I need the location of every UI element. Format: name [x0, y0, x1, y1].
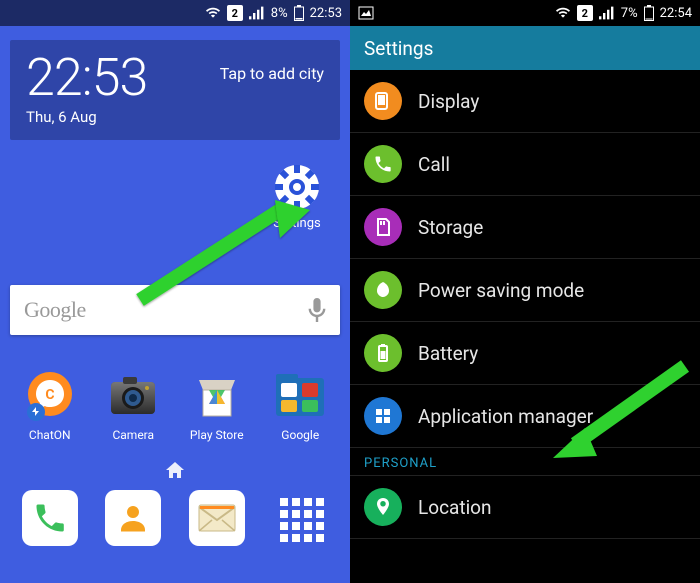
add-city-prompt[interactable]: Tap to add city — [220, 64, 324, 83]
battery-pct: 8% — [271, 6, 288, 21]
row-label: Battery — [418, 342, 478, 365]
app-playstore[interactable]: Play Store — [178, 368, 256, 442]
home-indicator-icon[interactable] — [166, 462, 184, 482]
settings-row-battery[interactable]: Battery — [350, 322, 700, 385]
mic-icon[interactable] — [308, 298, 326, 322]
gear-icon — [272, 162, 322, 212]
signal-icon — [249, 6, 265, 20]
camera-icon — [105, 368, 161, 424]
settings-row-app-manager[interactable]: Application manager — [350, 385, 700, 448]
dock-messaging[interactable] — [178, 490, 256, 550]
battery-icon — [364, 334, 402, 372]
location-icon — [364, 488, 402, 526]
google-search-bar[interactable]: Google — [10, 285, 340, 335]
status-bar: 2 7% 22:54 — [350, 0, 700, 26]
clock-time: 22:53 — [26, 52, 147, 104]
app-label: ChatON — [11, 428, 89, 442]
signal-icon — [599, 6, 615, 20]
sim-badge: 2 — [227, 5, 243, 21]
settings-app-shortcut[interactable]: Settings — [262, 162, 332, 231]
row-label: Location — [418, 496, 492, 519]
playstore-icon — [189, 368, 245, 424]
row-label: Application manager — [418, 405, 593, 428]
envelope-icon — [189, 490, 245, 546]
screenshot-notif-icon — [358, 6, 374, 20]
settings-row-display[interactable]: Display — [350, 70, 700, 133]
status-bar: 2 8% 22:53 — [0, 0, 350, 26]
app-google-folder[interactable]: Google — [261, 368, 339, 442]
home-app-row-1: C ChatON Camera Play Store Google — [0, 368, 350, 442]
settings-row-storage[interactable]: Storage — [350, 196, 700, 259]
sim-badge: 2 — [577, 5, 593, 21]
row-label: Storage — [418, 216, 483, 239]
dock-phone[interactable] — [11, 490, 89, 550]
app-label: Camera — [94, 428, 172, 442]
clock-date: Thu, 6 Aug — [26, 108, 147, 126]
contacts-icon — [105, 490, 161, 546]
call-icon — [364, 145, 402, 183]
app-camera[interactable]: Camera — [94, 368, 172, 442]
power-saving-icon — [364, 271, 402, 309]
status-time: 22:54 — [660, 6, 692, 21]
display-icon — [364, 82, 402, 120]
dock-contacts[interactable] — [94, 490, 172, 550]
dock-apps[interactable] — [261, 490, 339, 550]
section-header-personal: PERSONAL — [350, 448, 700, 476]
chaton-icon: C — [22, 368, 78, 424]
phone-icon — [22, 490, 78, 546]
settings-row-power-saving[interactable]: Power saving mode — [350, 259, 700, 322]
app-label: Google — [261, 428, 339, 442]
svg-text:C: C — [45, 387, 54, 403]
home-screen: 2 8% 22:53 22:53 Thu, 6 Aug Tap to add c… — [0, 0, 350, 583]
app-label: Play Store — [178, 428, 256, 442]
google-logo-text: Google — [24, 297, 86, 323]
wifi-icon — [205, 6, 221, 20]
row-label: Call — [418, 153, 450, 176]
settings-header: Settings — [350, 26, 700, 70]
row-label: Power saving mode — [418, 279, 584, 302]
wifi-icon — [555, 6, 571, 20]
storage-icon — [364, 208, 402, 246]
row-label: Display — [418, 90, 479, 113]
battery-icon — [644, 5, 654, 21]
app-manager-icon — [364, 397, 402, 435]
settings-label: Settings — [262, 216, 332, 231]
apps-grid-icon — [272, 490, 328, 546]
battery-icon — [294, 5, 304, 21]
google-folder-icon — [272, 368, 328, 424]
app-chaton[interactable]: C ChatON — [11, 368, 89, 442]
status-time: 22:53 — [310, 6, 342, 21]
settings-list[interactable]: Display Call Storage Power saving mode B — [350, 70, 700, 539]
settings-row-call[interactable]: Call — [350, 133, 700, 196]
dock-row — [0, 490, 350, 550]
settings-row-location[interactable]: Location — [350, 476, 700, 539]
battery-pct: 7% — [621, 6, 638, 21]
settings-screen: 2 7% 22:54 Settings Display Call Storage — [350, 0, 700, 583]
clock-weather-widget[interactable]: 22:53 Thu, 6 Aug Tap to add city — [10, 40, 340, 140]
